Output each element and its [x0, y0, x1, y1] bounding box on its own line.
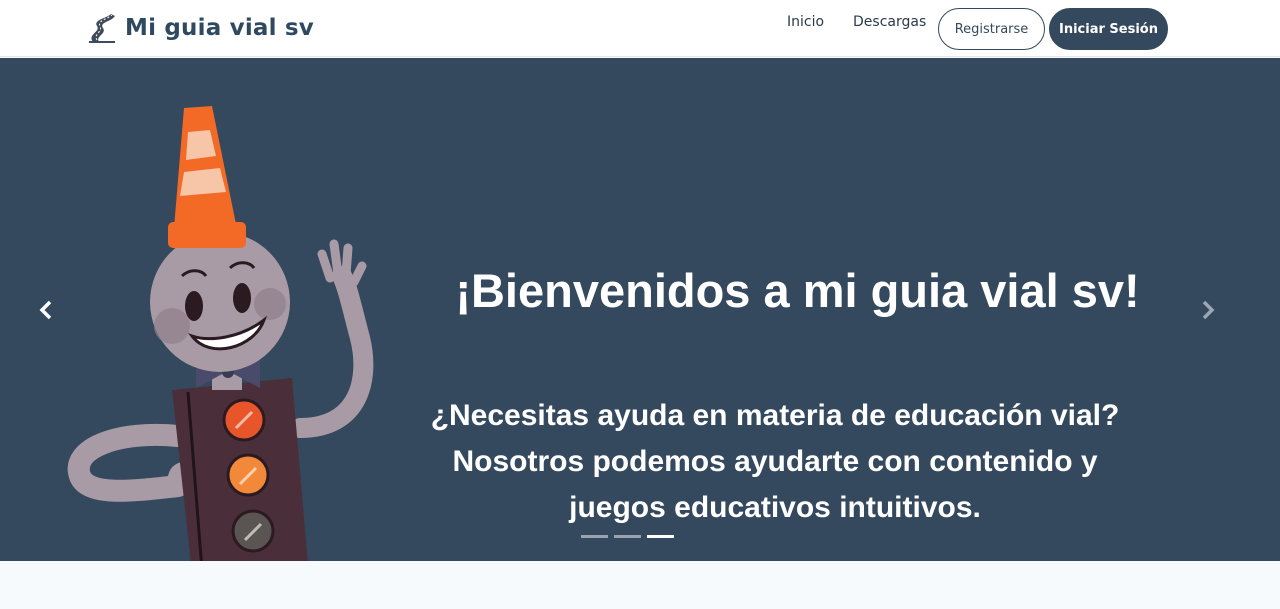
carousel-indicator[interactable]: [581, 535, 608, 538]
carousel-prev-button[interactable]: [31, 295, 61, 325]
carousel-next-button[interactable]: [1193, 295, 1223, 325]
register-button[interactable]: Registrarse: [938, 8, 1045, 50]
carousel-indicators: [581, 535, 674, 538]
nav-link-descargas[interactable]: Descargas: [853, 14, 926, 30]
top-navbar: Mi guia vial sv Inicio Descargas Registr…: [0, 0, 1280, 57]
chevron-right-icon: [1202, 300, 1215, 320]
carousel-indicator[interactable]: [614, 535, 641, 538]
nav-link-inicio[interactable]: Inicio: [787, 14, 824, 30]
page-content-area: [0, 561, 1280, 609]
chevron-left-icon: [39, 300, 52, 320]
hero-carousel: ¡Bienvenidos a mi guia vial sv! ¿Necesit…: [0, 58, 1280, 561]
brand[interactable]: Mi guia vial sv: [87, 8, 314, 48]
hero-subtitle-line: Nosotros podemos ayudarte con contenido …: [452, 445, 1098, 478]
winding-road-icon: [89, 14, 115, 43]
hero-title: ¡Bienvenidos a mi guia vial sv!: [455, 264, 1140, 317]
brand-title: Mi guia vial sv: [125, 15, 314, 41]
hero-subtitle-line: ¿Necesitas ayuda en materia de educación…: [430, 399, 1120, 432]
hero-subtitle: ¿Necesitas ayuda en materia de educación…: [380, 393, 1170, 531]
login-button[interactable]: Iniciar Sesión: [1049, 8, 1168, 50]
hero-subtitle-line: juegos educativos intuitivos.: [569, 491, 981, 524]
traffic-light-mascot: [67, 106, 374, 561]
carousel-indicator-active[interactable]: [647, 535, 674, 538]
